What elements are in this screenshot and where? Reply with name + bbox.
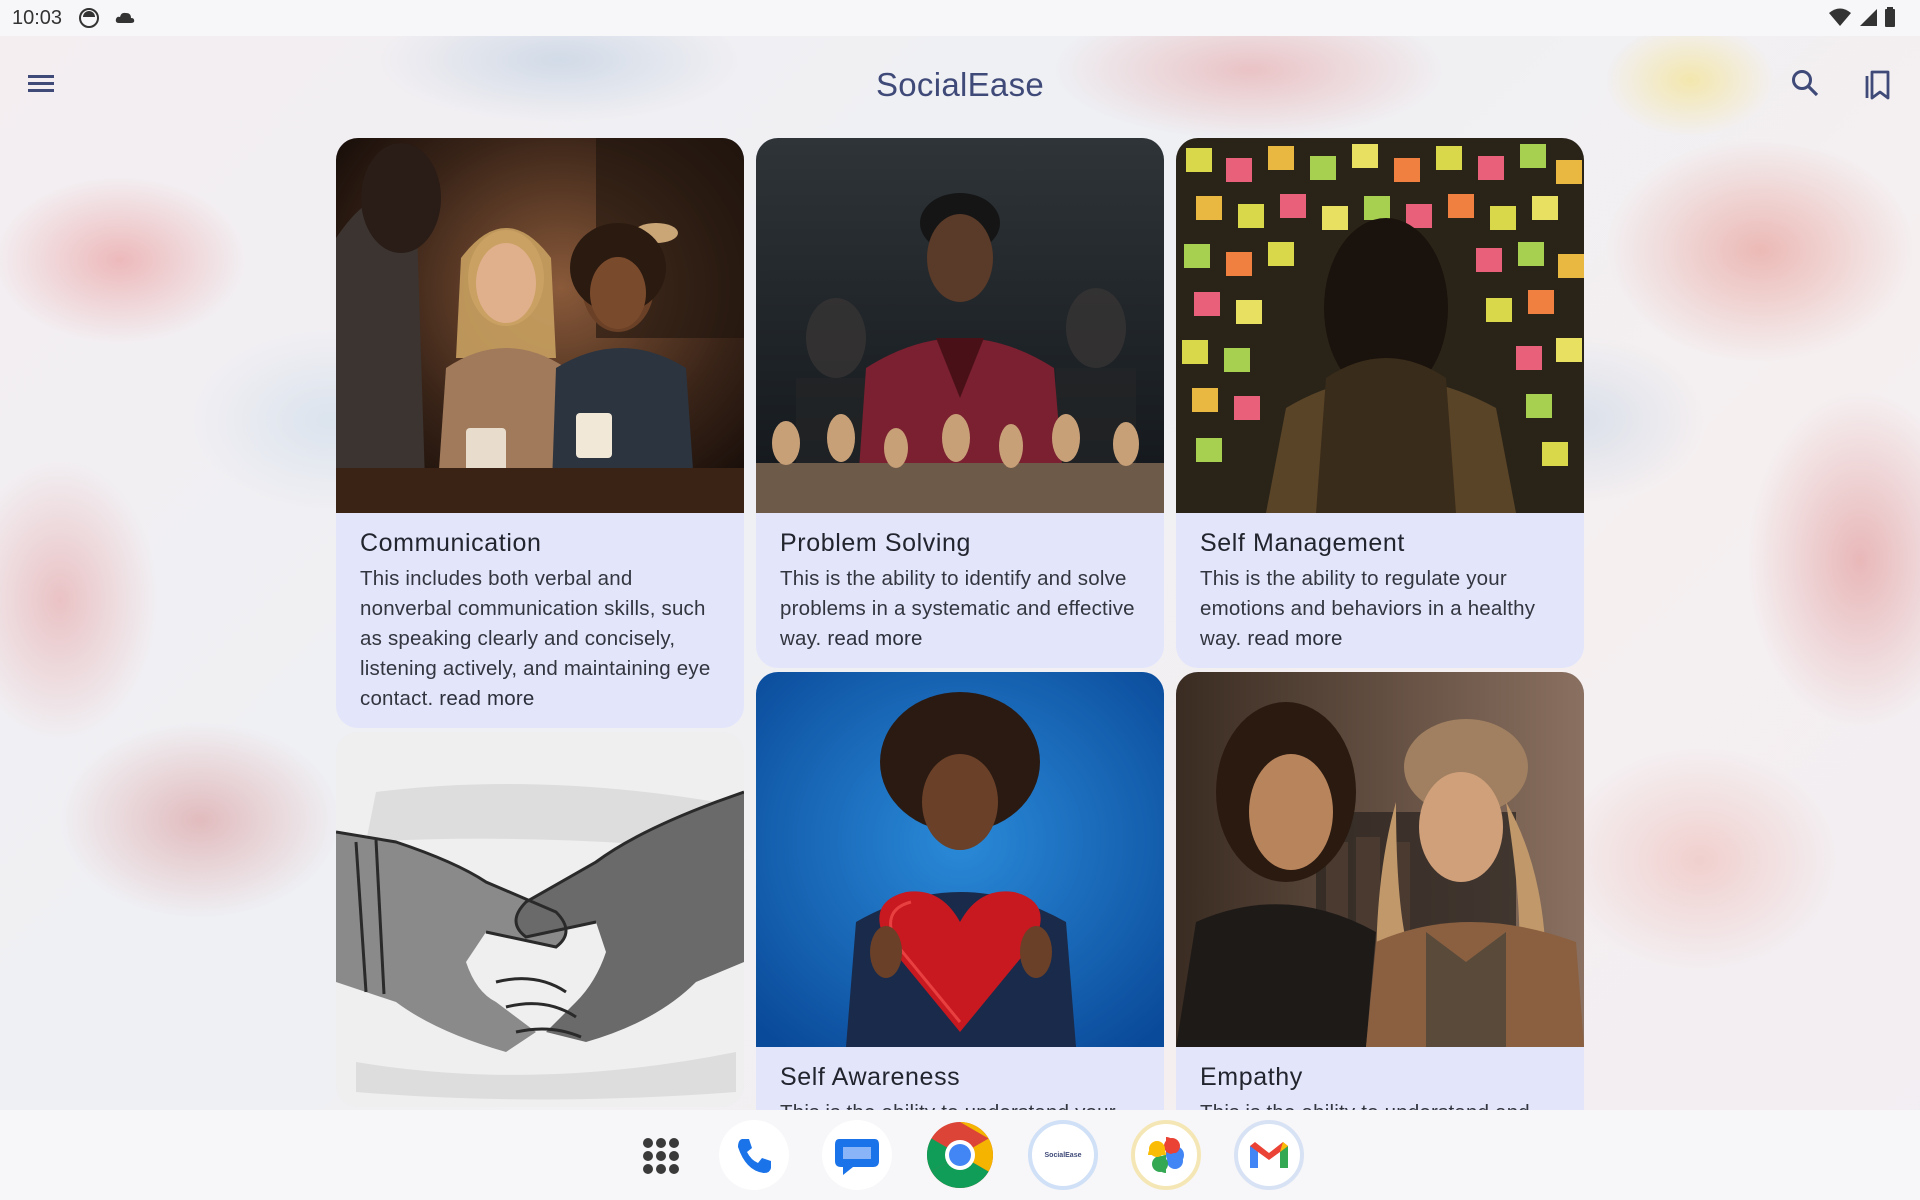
card-description-text: This includes both verbal and nonverbal …: [360, 567, 711, 710]
card-description: This is the ability to regulate your emo…: [1200, 564, 1560, 654]
card-title: Empathy: [1200, 1063, 1303, 1091]
phone-icon[interactable]: [719, 1120, 789, 1190]
card-description: This is the ability to understand and: [1200, 1098, 1560, 1110]
search-icon[interactable]: [1788, 66, 1824, 102]
skill-card-self-management[interactable]: Self Management This is the ability to r…: [1176, 138, 1584, 668]
skill-card-communication[interactable]: Communication This includes both verbal …: [336, 138, 744, 728]
card-image-handshake: [336, 732, 744, 1107]
taskbar-dock: SocialEase: [0, 1110, 1920, 1200]
messages-icon[interactable]: [822, 1120, 892, 1190]
card-image-self-awareness: [756, 672, 1164, 1047]
gmail-icon[interactable]: [1234, 1120, 1304, 1190]
card-description: This is the ability to understand your: [780, 1098, 1140, 1110]
card-title: Self Management: [1200, 529, 1405, 557]
card-description-text: This is the ability to understand your: [780, 1101, 1116, 1110]
card-image-empathy: [1176, 672, 1584, 1047]
skill-card-problem-solving[interactable]: Problem Solving This is the ability to i…: [756, 138, 1164, 668]
skills-grid: Communication This includes both verbal …: [0, 0, 1920, 1110]
bookmarks-icon[interactable]: [1862, 66, 1894, 102]
card-body-self-management: Self Management This is the ability to r…: [1176, 513, 1584, 668]
photos-icon[interactable]: [1131, 1120, 1201, 1190]
socialease-app-label: SocialEase: [1044, 1151, 1082, 1159]
card-body-self-awareness: Self Awareness This is the ability to un…: [756, 1047, 1164, 1110]
card-image-self-management: [1176, 138, 1584, 513]
read-more-link[interactable]: read more: [1247, 627, 1342, 650]
card-image-problem-solving: [756, 138, 1164, 513]
apps-icon[interactable]: [625, 1120, 695, 1190]
top-app-bar: SocialEase: [0, 36, 1920, 132]
skill-card-self-awareness[interactable]: Self Awareness This is the ability to un…: [756, 672, 1164, 1110]
card-description: This includes both verbal and nonverbal …: [360, 564, 720, 714]
card-body-communication: Communication This includes both verbal …: [336, 513, 744, 728]
read-more-link[interactable]: read more: [439, 687, 534, 710]
chrome-icon[interactable]: [925, 1120, 995, 1190]
app-title: SocialEase: [875, 66, 1045, 103]
card-description-text: This is the ability to understand and: [1200, 1101, 1530, 1110]
skill-card-handshake[interactable]: [336, 732, 744, 1107]
skill-card-empathy[interactable]: Empathy This is the ability to understan…: [1176, 672, 1584, 1110]
card-body-empathy: Empathy This is the ability to understan…: [1176, 1047, 1584, 1110]
card-image-communication: [336, 138, 744, 513]
card-description: This is the ability to identify and solv…: [780, 564, 1140, 654]
card-body-problem-solving: Problem Solving This is the ability to i…: [756, 513, 1164, 668]
read-more-link[interactable]: read more: [827, 627, 922, 650]
socialease-app-icon[interactable]: SocialEase: [1028, 1120, 1098, 1190]
card-title: Problem Solving: [780, 529, 972, 557]
card-title: Communication: [360, 529, 542, 557]
card-title: Self Awareness: [780, 1063, 961, 1091]
